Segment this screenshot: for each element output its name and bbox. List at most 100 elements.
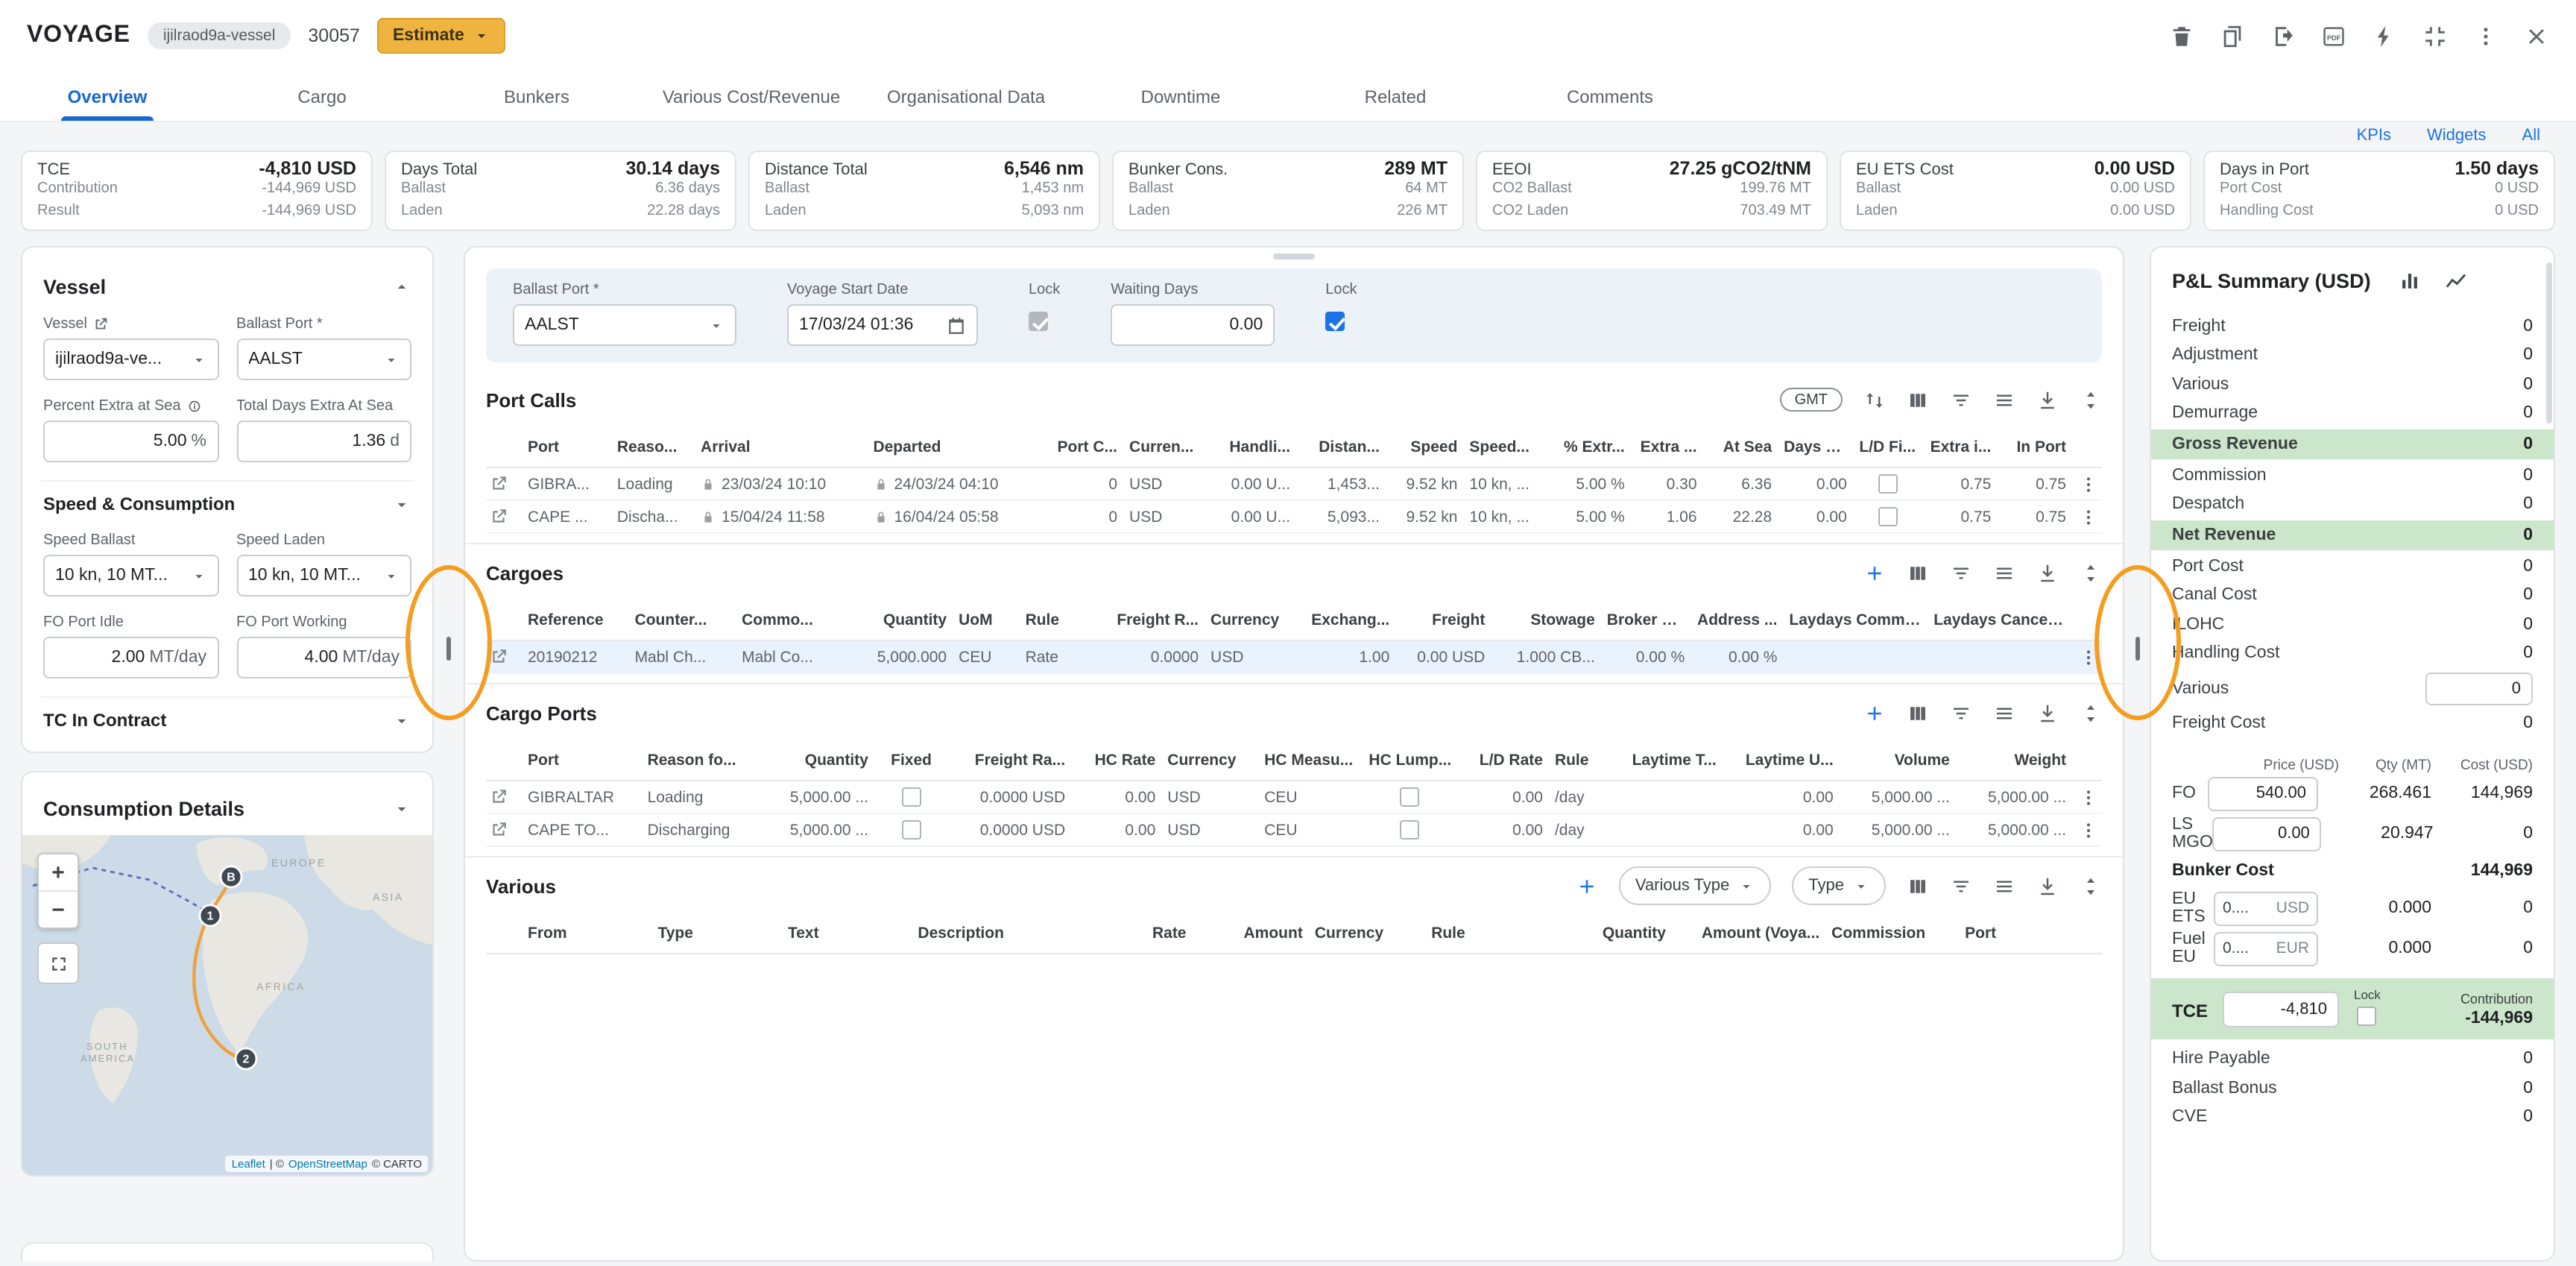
panel-resize-handle-left[interactable]: [446, 637, 451, 661]
menu-icon[interactable]: [1993, 561, 2015, 584]
cargo_ports-row[interactable]: CAPE TO...Discharging5,000.00 ...0.0000 …: [486, 814, 2102, 847]
type-filter[interactable]: Type: [1792, 866, 1886, 905]
cargo_ports-row[interactable]: GIBRALTARLoading5,000.00 ...0.0000 USD0.…: [486, 781, 2102, 814]
open-row-icon[interactable]: [489, 647, 508, 667]
export-icon[interactable]: [2270, 23, 2296, 48]
bunker-price-input[interactable]: 540.00: [2208, 776, 2318, 810]
column-header-amount-voya[interactable]: Amount (Voya...: [1672, 925, 1825, 942]
waiting-days-lock-checkbox[interactable]: [1325, 312, 1345, 331]
column-header-freight[interactable]: Freight: [1395, 611, 1491, 629]
panel-resize-handle-right[interactable]: [2135, 637, 2139, 661]
column-header-reference[interactable]: Reference: [522, 611, 629, 629]
expand-rows-icon[interactable]: [2080, 388, 2102, 411]
row-menu-icon[interactable]: [2078, 819, 2099, 840]
column-header-commission[interactable]: Commission: [1825, 925, 1959, 942]
form-ballast-port-select[interactable]: AALST: [513, 304, 736, 346]
duplicate-icon[interactable]: [2220, 23, 2245, 48]
fo-port-idle-input[interactable]: 2.00 MT/day: [43, 637, 218, 678]
column-header-extra[interactable]: Extra ...: [1631, 438, 1703, 456]
bunker-price-input[interactable]: 0.00: [2213, 816, 2322, 851]
view-link-kpis[interactable]: KPIs: [2357, 127, 2391, 145]
open-row-icon[interactable]: [489, 820, 508, 840]
column-settings-icon[interactable]: [1907, 702, 1929, 724]
main-drag-handle[interactable]: [1273, 253, 1315, 259]
collapse-view-icon[interactable]: [2422, 23, 2448, 48]
info-icon[interactable]: [187, 398, 203, 415]
map-fullscreen-button[interactable]: [37, 942, 79, 984]
column-settings-icon[interactable]: [1907, 388, 1929, 411]
line-chart-icon[interactable]: [2444, 268, 2469, 294]
column-header-hc-rate[interactable]: HC Rate: [1071, 752, 1161, 769]
map-marker-b[interactable]: B: [221, 866, 242, 887]
open-in-new-icon[interactable]: [93, 316, 110, 333]
filter-icon[interactable]: [1950, 561, 1972, 584]
ballast-port-select[interactable]: AALST: [236, 338, 411, 380]
waiting-days-input[interactable]: 0.00: [1111, 304, 1275, 346]
column-header-commo[interactable]: Commo...: [736, 611, 843, 629]
column-header-freight-ra[interactable]: Freight Ra...: [948, 752, 1071, 769]
map-zoom-in-button[interactable]: +: [39, 854, 78, 890]
column-header-days-l[interactable]: Days L...: [1778, 438, 1853, 456]
leaflet-link[interactable]: Leaflet: [232, 1157, 265, 1171]
tab-bunkers[interactable]: Bunkers: [429, 72, 644, 121]
column-header-quantity[interactable]: Quantity: [1556, 925, 1672, 942]
tab-organisational-data[interactable]: Organisational Data: [859, 72, 1073, 121]
column-header-speed[interactable]: Speed...: [1463, 438, 1550, 456]
filter-icon[interactable]: [1950, 702, 1972, 724]
tce-lock-checkbox[interactable]: [2358, 1006, 2377, 1025]
timezone-toggle[interactable]: GMT: [1780, 388, 1843, 412]
column-header-port[interactable]: Port: [1959, 925, 2072, 942]
view-link-all[interactable]: All: [2522, 127, 2540, 145]
consumption-details-header[interactable]: Consumption Details: [22, 775, 432, 835]
open-row-icon[interactable]: [489, 787, 508, 807]
port_calls-row[interactable]: GIBRA...Loading23/03/24 10:1024/03/24 04…: [486, 468, 2102, 501]
download-icon[interactable]: [2036, 388, 2059, 411]
column-header-laydays-commence[interactable]: Laydays Commence: [1783, 611, 1928, 629]
row-menu-icon[interactable]: [2078, 787, 2099, 807]
tce-input[interactable]: -4,810: [2223, 991, 2339, 1027]
column-header-description[interactable]: Description: [912, 925, 1079, 942]
row-menu-icon[interactable]: [2078, 646, 2099, 667]
close-icon[interactable]: [2524, 23, 2549, 48]
column-header-laydays-cancelling[interactable]: Laydays Cancelling: [1928, 611, 2072, 629]
column-header-hc-measu[interactable]: HC Measu...: [1258, 752, 1365, 769]
cargoes-row[interactable]: 20190212Mabl Ch...Mabl Co...5,000.000CEU…: [486, 641, 2102, 674]
add-cargo-port-icon[interactable]: [1863, 702, 1886, 724]
delete-icon[interactable]: [2169, 23, 2194, 48]
menu-icon[interactable]: [1993, 875, 2015, 897]
column-header-uom[interactable]: UoM: [953, 611, 1019, 629]
sort-icon[interactable]: [1863, 388, 1886, 411]
menu-icon[interactable]: [1993, 388, 2015, 411]
menu-icon[interactable]: [1993, 702, 2015, 724]
tab-comments[interactable]: Comments: [1503, 72, 1717, 121]
add-various-icon[interactable]: [1576, 875, 1598, 897]
column-header-hc-lump[interactable]: HC Lump...: [1365, 752, 1455, 769]
column-header-amount[interactable]: Amount: [1193, 925, 1309, 942]
column-header-text[interactable]: Text: [782, 925, 912, 942]
more-menu-icon[interactable]: [2473, 23, 2498, 48]
column-header-volume[interactable]: Volume: [1840, 752, 1956, 769]
column-header-from[interactable]: From: [522, 925, 651, 942]
open-row-icon[interactable]: [489, 507, 508, 526]
column-header-quantity[interactable]: Quantity: [761, 752, 874, 769]
column-header-port[interactable]: Port: [522, 752, 642, 769]
filter-icon[interactable]: [1950, 388, 1972, 411]
column-header-type[interactable]: Type: [651, 925, 781, 942]
cell-checkbox[interactable]: [1401, 820, 1420, 840]
column-header-l-d-rate[interactable]: L/D Rate: [1455, 752, 1549, 769]
column-header-freight-r[interactable]: Freight R...: [1103, 611, 1205, 629]
cell-checkbox[interactable]: [902, 820, 921, 840]
column-header-distan[interactable]: Distan...: [1296, 438, 1386, 456]
total-days-extra-input[interactable]: 1.36 d: [236, 421, 411, 462]
estimate-button[interactable]: Estimate: [378, 18, 506, 54]
start-date-lock-checkbox[interactable]: [1029, 312, 1048, 331]
tc-in-contract-header[interactable]: TC In Contract: [40, 696, 414, 743]
chevron-up-icon[interactable]: [392, 277, 411, 296]
column-settings-icon[interactable]: [1907, 875, 1929, 897]
column-header-handli[interactable]: Handli...: [1207, 438, 1296, 456]
speed-consumption-header[interactable]: Speed & Consumption: [40, 480, 414, 526]
row-menu-icon[interactable]: [2078, 473, 2099, 494]
cell-checkbox[interactable]: [1401, 787, 1420, 807]
vessel-select[interactable]: ijilraod9a-ve...: [43, 338, 218, 380]
cell-checkbox[interactable]: [1878, 474, 1897, 494]
